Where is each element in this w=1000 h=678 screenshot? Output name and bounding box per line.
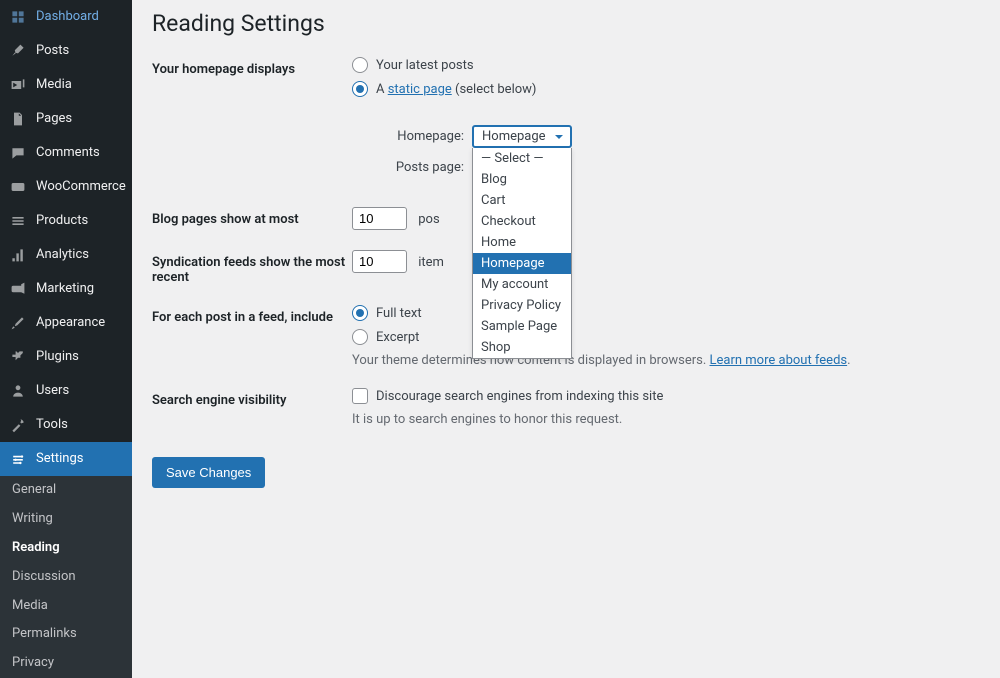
dropdown-option-home[interactable]: Home [473, 232, 571, 253]
blogpages-suffix: pos [418, 212, 439, 227]
sidebar-item-woocommerce[interactable]: WooCommerce [0, 170, 132, 204]
menu-label: Plugins [36, 349, 79, 366]
checkbox-label-discourage: Discourage search engines from indexing … [376, 389, 663, 404]
sidebar-item-users[interactable]: Users [0, 374, 132, 408]
woocommerce-icon [8, 177, 28, 197]
radio-excerpt[interactable] [352, 329, 368, 345]
sidebar-item-products[interactable]: Products [0, 204, 132, 238]
menu-label: Posts [36, 43, 69, 60]
megaphone-icon [8, 279, 28, 299]
settings-icon [8, 449, 28, 469]
sidebar-item-dashboard[interactable]: Dashboard [0, 0, 132, 34]
checkbox-discourage[interactable] [352, 388, 368, 404]
homepage-dropdown: — Select — Blog Cart Checkout Home Homep… [472, 148, 572, 359]
submenu-privacy[interactable]: Privacy [0, 649, 132, 678]
visibility-description: It is up to search engines to honor this… [352, 412, 980, 427]
sidebar-item-comments[interactable]: Comments [0, 136, 132, 170]
brush-icon [8, 313, 28, 333]
menu-label: Dashboard [36, 9, 99, 26]
static-page-link[interactable]: static page [388, 82, 452, 97]
radio-fulltext[interactable] [352, 305, 368, 321]
comment-icon [8, 143, 28, 163]
sidebar-item-marketing[interactable]: Marketing [0, 272, 132, 306]
radio-label-fulltext: Full text [376, 306, 422, 321]
save-changes-button[interactable]: Save Changes [152, 457, 265, 488]
sidebar-item-pages[interactable]: Pages [0, 102, 132, 136]
plugin-icon [8, 347, 28, 367]
sidebar-item-settings[interactable]: Settings [0, 442, 132, 476]
user-icon [8, 381, 28, 401]
media-icon [8, 75, 28, 95]
menu-label: Media [36, 77, 72, 94]
sidebar-item-appearance[interactable]: Appearance [0, 306, 132, 340]
blogpages-label: Blog pages show at most [152, 207, 352, 230]
dropdown-option-cart[interactable]: Cart [473, 190, 571, 211]
settings-content: Reading Settings Your homepage displays … [132, 0, 1000, 616]
submenu-general[interactable]: General [0, 476, 132, 505]
dashboard-icon [8, 7, 28, 27]
homepage-displays-label: Your homepage displays [152, 57, 352, 187]
sidebar-item-media[interactable]: Media [0, 68, 132, 102]
syndication-suffix: item [418, 255, 444, 270]
radio-static-page[interactable] [352, 81, 368, 97]
radio-latest-posts[interactable] [352, 57, 368, 73]
sidebar-item-plugins[interactable]: Plugins [0, 340, 132, 374]
syndication-label: Syndication feeds show the most recent [152, 250, 352, 285]
page-title: Reading Settings [152, 10, 980, 37]
dropdown-option-privacy[interactable]: Privacy Policy [473, 295, 571, 316]
admin-sidebar: Dashboard Posts Media Pages Comments Woo… [0, 0, 132, 616]
visibility-label: Search engine visibility [152, 388, 352, 427]
syndication-input[interactable] [352, 250, 407, 273]
radio-label-excerpt: Excerpt [376, 330, 419, 345]
dropdown-option-blog[interactable]: Blog [473, 169, 571, 190]
radio-label-latest-posts: Your latest posts [376, 58, 474, 73]
blogpages-input[interactable] [352, 207, 407, 230]
page-icon [8, 109, 28, 129]
pin-icon [8, 41, 28, 61]
sidebar-item-tools[interactable]: Tools [0, 408, 132, 442]
menu-label: Settings [36, 451, 83, 468]
sidebar-item-analytics[interactable]: Analytics [0, 238, 132, 272]
learn-feeds-link[interactable]: Learn more about feeds [710, 353, 848, 368]
menu-label: Marketing [36, 281, 94, 298]
menu-label: Analytics [36, 247, 89, 264]
submenu-media[interactable]: Media [0, 592, 132, 621]
dropdown-option-select[interactable]: — Select — [473, 148, 571, 169]
feed-label: For each post in a feed, include [152, 305, 352, 368]
settings-submenu: General Writing Reading Discussion Media… [0, 476, 132, 678]
submenu-discussion[interactable]: Discussion [0, 563, 132, 592]
homepage-select[interactable]: Homepage [472, 125, 572, 148]
feed-description: Your theme determines how content is dis… [352, 353, 980, 368]
menu-label: Tools [36, 417, 68, 434]
dropdown-option-myaccount[interactable]: My account [473, 274, 571, 295]
homepage-select-label: Homepage: [392, 129, 472, 144]
submenu-writing[interactable]: Writing [0, 505, 132, 534]
sidebar-item-posts[interactable]: Posts [0, 34, 132, 68]
analytics-icon [8, 245, 28, 265]
menu-label: Comments [36, 145, 100, 162]
menu-label: Appearance [36, 315, 105, 332]
menu-label: Users [36, 383, 69, 400]
submenu-permalinks[interactable]: Permalinks [0, 620, 132, 649]
posts-page-select-label: Posts page: [392, 160, 472, 175]
wrench-icon [8, 415, 28, 435]
products-icon [8, 211, 28, 231]
menu-label: WooCommerce [36, 179, 126, 196]
dropdown-option-shop[interactable]: Shop [473, 337, 571, 358]
radio-label-static-page: A static page (select below) [376, 82, 536, 97]
submenu-reading[interactable]: Reading [0, 534, 132, 563]
menu-label: Products [36, 213, 88, 230]
menu-label: Pages [36, 111, 72, 128]
dropdown-option-sample[interactable]: Sample Page [473, 316, 571, 337]
dropdown-option-homepage[interactable]: Homepage [473, 253, 571, 274]
dropdown-option-checkout[interactable]: Checkout [473, 211, 571, 232]
